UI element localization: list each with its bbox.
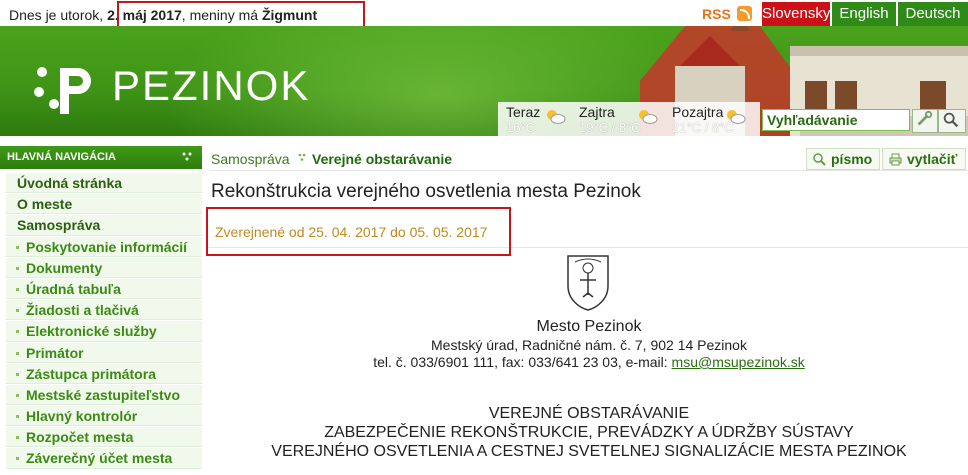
sidebar-item-elektronicke-sluzby[interactable]: Elektronické služby [6,321,202,342]
weather-sun-cloud-icon [639,110,658,124]
sidebar-item-hlavny-kontrolor[interactable]: Hlavný kontrolór [6,406,202,427]
rss-icon[interactable] [737,6,752,21]
sidebar: HLAVNÁ NAVIGÁCIA Úvodná stránka O meste … [0,146,202,475]
weather-day-tomorrow: Zajtra [579,104,615,120]
published-highlight-box [206,207,511,256]
font-size-button[interactable]: písmo [806,148,880,170]
lang-slovak-button[interactable]: Slovensky [762,2,830,26]
org-contact: tel. č. 033/6901 111, fax: 033/641 23 03… [210,354,968,370]
pezinok-coat-of-arms-icon [567,255,609,311]
search-options-button[interactable] [912,109,938,133]
sidebar-heading-label: HLAVNÁ NAVIGÁCIA [7,151,116,163]
org-address: Mestský úrad, Radničné nám. č. 7, 902 14… [431,337,747,353]
sidebar-item-uradna-tabula[interactable]: Úradná tabuľa [6,278,202,300]
lang-english-button[interactable]: English [832,2,896,26]
weather-temp-tomorrow: 19°C / 8°C [579,120,641,135]
weather-day-after-tomorrow: Pozajtra [672,104,724,120]
sidebar-heading: HLAVNÁ NAVIGÁCIA [0,146,202,169]
sidebar-item-ziadosti-a-tlaciva[interactable]: Žiadosti a tlačivá [6,300,202,321]
search-input[interactable] [762,109,910,131]
search-icon [943,112,959,128]
org-name: Mesto Pezinok [536,318,642,335]
email-link[interactable]: msu@msupezinok.sk [672,354,805,370]
print-icon [889,153,902,166]
breadcrumb-separator-icon [298,153,306,161]
date-prefix: Dnes je utorok, [9,7,108,23]
site-logo-text[interactable]: PEZINOK [112,62,310,110]
breadcrumb-current: Verejné obstarávanie [312,151,453,167]
page-title: Rekonštrukcia verejného osvetlenia mesta… [211,181,641,202]
sidebar-item-poskytovanie-informacii[interactable]: Poskytovanie informácií [6,236,202,257]
breadcrumb: Samospráva Verejné obstarávanie písmo vy… [210,148,968,171]
font-size-label: písmo [831,151,873,167]
zoom-icon [813,153,826,166]
contact-text: tel. č. 033/6901 111, fax: 033/641 23 03… [373,354,672,370]
weather-temp-today: 16°C [506,120,536,135]
doc-heading-1: VEREJNÉ OBSTARÁVANIE [488,405,690,422]
search-area [760,108,968,134]
doc-heading-3: VEREJNÉHO OSVETLENIA A CESTNEJ SVETELNEJ… [271,443,907,460]
rss-link[interactable]: RSS [702,6,731,22]
sidebar-item-dokumenty[interactable]: Dokumenty [6,257,202,278]
lang-german-button[interactable]: Deutsch [898,2,968,26]
dots-logo-icon [182,152,192,161]
weather-widget: Teraz 16°C Zajtra 19°C / 8°C Pozajtra 21… [498,102,760,136]
breadcrumb-samosprava[interactable]: Samospráva [211,151,290,167]
sidebar-item-uvodna-stranka[interactable]: Úvodná stránka [6,173,202,194]
sidebar-item-rozpocet-mesta[interactable]: Rozpočet mesta [6,427,202,448]
sidebar-item-zaverecny-ucet-mesta[interactable]: Záverečný účet mesta [6,448,202,469]
doc-heading-2: ZABEZPEČENIE REKONŠTRUKCIE, PREVÁDZKY A … [324,424,854,441]
print-label: vytlačiť [907,151,958,167]
tools-icon [917,110,933,126]
sidebar-item-mestske-zastupitelstvo[interactable]: Mestské zastupiteľstvo [6,384,202,406]
sidebar-item-o-meste[interactable]: O meste [6,194,202,215]
search-button[interactable] [938,109,966,133]
header-banner: PEZINOK Teraz 16°C Zajtra 19°C / 8°C Poz… [0,26,968,136]
sidebar-item-primator[interactable]: Primátor [6,342,202,363]
sidebar-item-samosprava[interactable]: Samospráva [6,215,202,236]
weather-sun-cloud-icon [727,110,746,124]
pezinok-logo-icon[interactable] [30,58,100,118]
weather-sun-cloud-icon [547,110,566,124]
weather-day-today: Teraz [506,104,541,120]
top-bar: Dnes je utorok, 2. máj 2017, meniny má Ž… [0,0,968,39]
print-button[interactable]: vytlačiť [882,148,966,170]
sidebar-item-zastupca-primatora[interactable]: Zástupca primátora [6,363,202,384]
main-navigation: Úvodná stránka O meste Samospráva Poskyt… [6,173,202,470]
